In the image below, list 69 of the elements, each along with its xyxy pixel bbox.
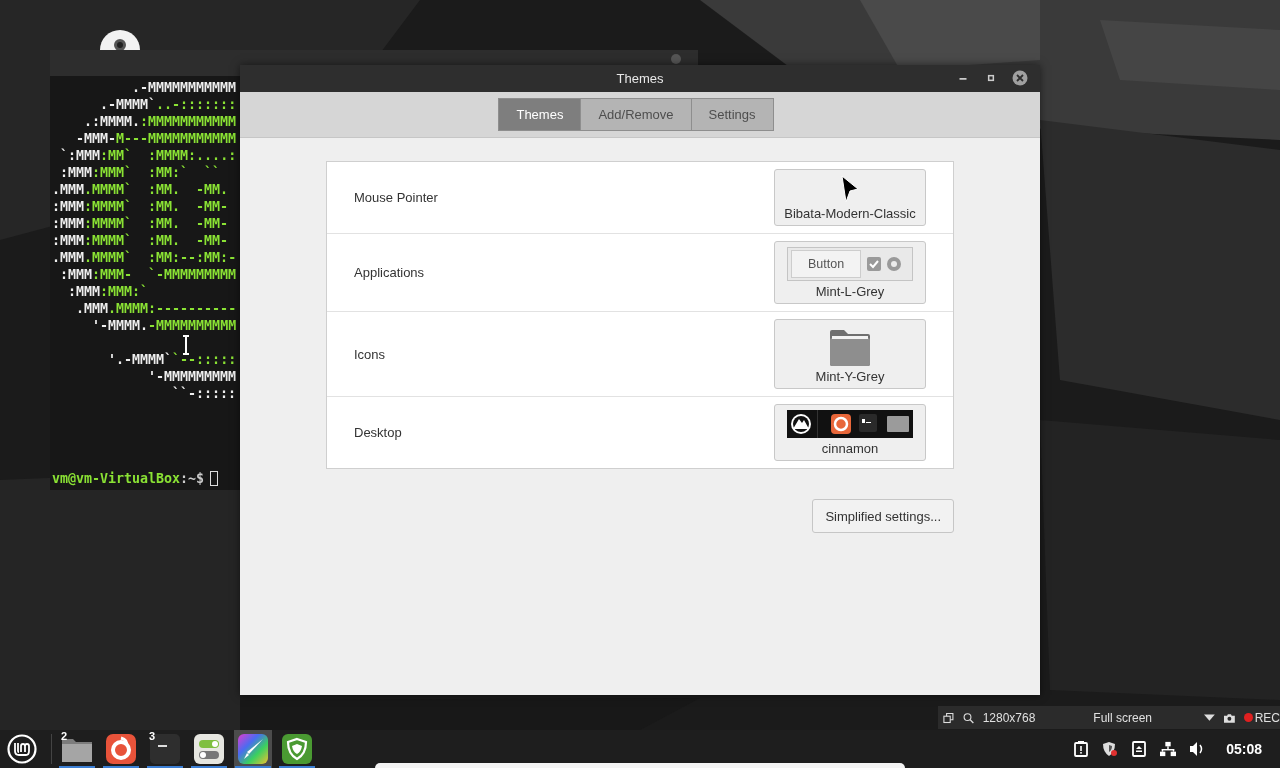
theme-button[interactable]: cinnamon	[774, 404, 926, 461]
clipboard-alert-icon[interactable]	[1073, 741, 1090, 757]
running-indicator	[191, 766, 227, 768]
terminal-line: .:MMMM.:MMMMMMMMMMM	[83, 113, 237, 130]
capture-mode-label: Full screen	[1093, 710, 1153, 725]
network-icon[interactable]	[1160, 741, 1177, 757]
terminal-line: '-MMMMMMMMM	[147, 368, 237, 385]
running-indicator	[147, 766, 183, 768]
setting-label: Desktop	[354, 425, 402, 440]
checkbox-icon	[867, 257, 882, 271]
terminal-icon	[148, 732, 182, 766]
taskbar-app[interactable]	[234, 730, 272, 768]
shield-icon[interactable]	[1102, 741, 1119, 757]
terminal-prompt: vm@vm-VirtualBox:~$	[52, 470, 205, 487]
pointer-icon	[840, 175, 860, 203]
terminal-cursor	[210, 471, 219, 486]
window-count: 3	[149, 730, 156, 742]
terminal-line: .MMM.MMMM:----------	[75, 300, 237, 317]
close-icon[interactable]	[1012, 70, 1028, 86]
taskbar-app[interactable]: 3	[146, 730, 184, 768]
caret-icon[interactable]	[1204, 713, 1215, 722]
running-indicator	[103, 766, 139, 768]
terminal-line: ``-:::::	[171, 385, 237, 402]
record-button[interactable]: REC	[1243, 710, 1280, 725]
terminal-line: .-MMMMMMMMMMM	[131, 79, 237, 96]
setting-label: Mouse Pointer	[354, 190, 438, 205]
theme-button[interactable]: Button Mint-L-Grey	[774, 241, 926, 304]
setting-label: Icons	[354, 346, 386, 362]
zoom-icon[interactable]	[962, 711, 974, 724]
restore-icon[interactable]	[943, 711, 954, 724]
browser-icon	[104, 732, 138, 766]
camera-icon[interactable]	[1223, 711, 1235, 724]
terminal-line: .MMM.MMMM` :MM. -MM.	[52, 181, 229, 198]
menu-icon[interactable]	[7, 734, 37, 764]
taskbar-app[interactable]: 2	[58, 730, 96, 768]
tab[interactable]: Settings	[690, 98, 774, 131]
record-dot-icon	[1243, 713, 1253, 722]
running-indicator	[235, 766, 271, 768]
window-title: Themes	[616, 71, 664, 86]
clock: 05:08	[1226, 741, 1262, 757]
terminal-line: '-MMMM.-MMMMMMMMMM	[91, 317, 237, 334]
window-count: 2	[61, 730, 68, 742]
terminal-line: :MMM:MMM- `-MMMMMMMMM	[59, 266, 237, 283]
tab[interactable]: Themes	[498, 98, 582, 131]
button-preview: Button	[791, 250, 862, 278]
simplified-settings-button[interactable]: Simplified settings...	[812, 499, 954, 533]
folder-icon	[830, 330, 870, 366]
terminal-line: :MMM:MMM` :MM:` ``	[59, 164, 221, 181]
terminal-line: .MMM.MMMM` :MM:--:MM:-	[52, 249, 237, 266]
terminal-line: .-MMMM`..-:::::::	[99, 96, 237, 113]
running-indicator	[59, 766, 95, 768]
radio-icon	[887, 257, 902, 271]
toggles-icon	[192, 732, 226, 766]
terminal-line: '.-MMMM``--:::::	[107, 351, 237, 368]
paintbrush-icon	[236, 732, 270, 766]
theme-button[interactable]: Mint-Y-Grey	[774, 319, 926, 389]
resolution-label: 1280x768	[982, 710, 1036, 725]
terminal-line: :MMM:MMM:`	[67, 283, 149, 300]
theme-button[interactable]: Bibata-Modern-Classic	[774, 169, 926, 226]
terminal-line: `:MMM:MM` :MMMM:....:	[59, 147, 237, 164]
running-indicator	[279, 766, 315, 768]
terminal-line: :MMM:MMMM` :MM. -MM-	[52, 215, 229, 232]
tab[interactable]: Add/Remove	[580, 98, 692, 131]
setting-label: Applications	[354, 265, 425, 280]
terminal-line: -MMM-M---MMMMMMMMMMM	[75, 130, 237, 147]
terminal-line: :MMM:MMMM` :MM. -MM-	[52, 198, 229, 215]
terminal-line: :MMM:MMMM` :MM. -MM-	[52, 232, 229, 249]
shield-icon	[280, 732, 314, 766]
document-icon[interactable]	[1131, 741, 1148, 757]
